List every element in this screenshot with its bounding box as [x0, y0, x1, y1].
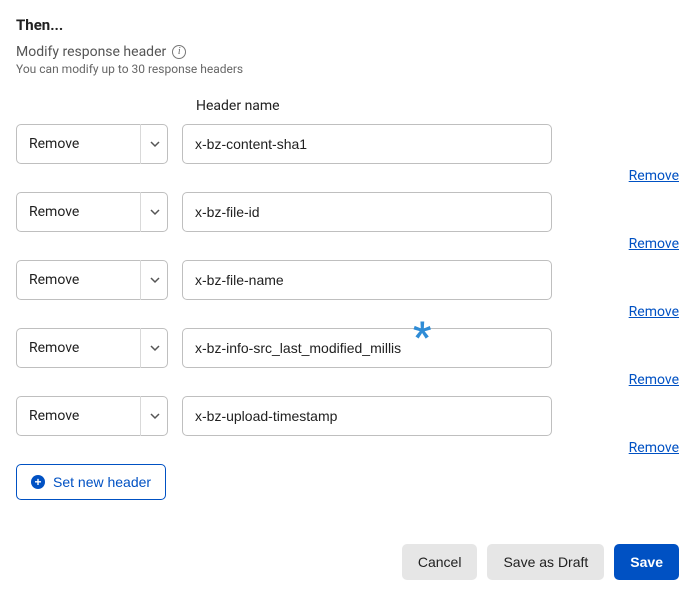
action-select-wrap: Remove: [16, 124, 168, 164]
save-button[interactable]: Save: [614, 544, 679, 580]
add-button-label: Set new header: [53, 474, 151, 490]
set-new-header-button[interactable]: + Set new header: [16, 464, 166, 500]
action-select-wrap: Remove: [16, 192, 168, 232]
header-name-input[interactable]: [182, 124, 552, 164]
subtitle-text: Modify response header: [16, 44, 166, 60]
header-name-input[interactable]: [182, 328, 552, 368]
info-icon[interactable]: i: [172, 45, 186, 59]
remove-row-link[interactable]: Remove: [629, 440, 679, 456]
section-title: Then...: [16, 16, 679, 34]
remove-row-link[interactable]: Remove: [629, 236, 679, 252]
header-name-input[interactable]: [182, 192, 552, 232]
action-select-wrap: Remove: [16, 396, 168, 436]
column-header-name: Header name: [196, 98, 679, 114]
hint-text: You can modify up to 30 response headers: [16, 62, 679, 76]
footer-actions: Cancel Save as Draft Save: [16, 544, 679, 580]
cancel-button[interactable]: Cancel: [402, 544, 478, 580]
header-row: Remove Remove: [16, 124, 679, 164]
action-select[interactable]: Remove: [16, 124, 168, 164]
action-select[interactable]: Remove: [16, 260, 168, 300]
header-rows: Remove Remove Remove Remove Remove: [16, 124, 679, 436]
action-select-value: Remove: [29, 136, 79, 152]
action-select[interactable]: Remove: [16, 192, 168, 232]
action-select[interactable]: Remove: [16, 328, 168, 368]
remove-row-link[interactable]: Remove: [629, 304, 679, 320]
action-select-value: Remove: [29, 272, 79, 288]
header-name-input[interactable]: [182, 260, 552, 300]
action-select-value: Remove: [29, 408, 79, 424]
action-select-value: Remove: [29, 204, 79, 220]
header-row: Remove Remove: [16, 328, 679, 368]
remove-row-link[interactable]: Remove: [629, 168, 679, 184]
remove-row-link[interactable]: Remove: [629, 372, 679, 388]
action-select-wrap: Remove: [16, 328, 168, 368]
action-select[interactable]: Remove: [16, 396, 168, 436]
plus-circle-icon: +: [31, 475, 45, 489]
action-select-wrap: Remove: [16, 260, 168, 300]
subtitle-row: Modify response header i: [16, 44, 679, 60]
action-select-value: Remove: [29, 340, 79, 356]
header-row: Remove Remove: [16, 260, 679, 300]
header-name-input[interactable]: [182, 396, 552, 436]
header-row: Remove Remove: [16, 192, 679, 232]
header-row: Remove Remove: [16, 396, 679, 436]
save-draft-button[interactable]: Save as Draft: [487, 544, 604, 580]
